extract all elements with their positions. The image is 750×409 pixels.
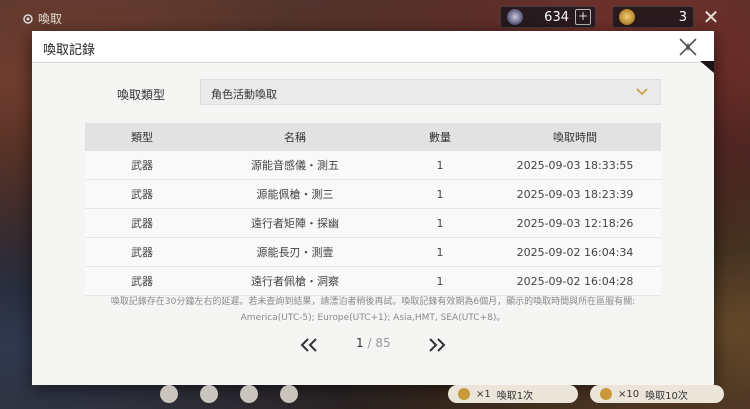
cell-type: 武器: [85, 179, 199, 209]
column-header-time: 喚取時間: [489, 123, 661, 151]
cell-type: 武器: [85, 266, 199, 296]
delay-notice: 喚取記錄存在30分鐘左右的延遲。若未查詢到結果，請漂泊者稍後再試。喚取記錄有效期…: [72, 294, 674, 326]
cell-qty: 1: [391, 237, 489, 267]
cell-name: 遠行者矩陣・探幽: [199, 208, 391, 238]
pull-ten-label: 喚取10次: [645, 390, 688, 402]
record-icon[interactable]: [200, 385, 218, 403]
dialog-title: 喚取記錄: [43, 43, 96, 58]
close-icon[interactable]: ✕: [700, 7, 722, 29]
currency-coin: 3: [612, 6, 694, 28]
cell-name: 源能長刃・測壹: [199, 237, 391, 267]
pull-history-dialog: 喚取記錄 喚取類型 角色活動喚取 類型 名稱 數量 喚取時間 武器 源能音感儀・…: [32, 31, 714, 385]
info-icon[interactable]: [240, 385, 258, 403]
screen-title: 喚取: [22, 10, 62, 27]
delay-notice-line2: America(UTC-5); Europe(UTC+1); Asia,HMT,…: [240, 313, 506, 323]
gear-icon: [23, 13, 33, 24]
star-shard-icon: [507, 9, 523, 25]
pull-once-button[interactable]: ×1 喚取1次: [448, 385, 578, 403]
page-total: / 85: [367, 336, 391, 350]
table-row: 武器 源能長刃・測壹 1 2025-09-02 16:04:34: [85, 237, 661, 267]
history-icon[interactable]: [280, 385, 298, 403]
delay-notice-line1: 喚取記錄存在30分鐘左右的延遲。若未查詢到結果，請漂泊者稍後再試。喚取記錄有效期…: [110, 297, 636, 307]
table-row: 武器 源能音感儀・測五 1 2025-09-03 18:33:55: [85, 151, 661, 180]
cell-name: 源能佩槍・測三: [199, 179, 391, 209]
column-header-type: 類型: [85, 123, 199, 151]
table-row: 武器 遠行者佩槍・洞察 1 2025-09-02 16:04:28: [85, 266, 661, 296]
column-header-qty: 數量: [391, 123, 489, 151]
cell-type: 武器: [85, 237, 199, 267]
pagination: 1 / 85: [32, 335, 714, 355]
pull-type-dropdown[interactable]: 角色活動喚取: [200, 79, 661, 105]
chevron-down-icon: [636, 88, 648, 96]
cell-time: 2025-09-03 18:23:39: [489, 179, 661, 209]
cell-time: 2025-09-03 18:33:55: [489, 151, 661, 180]
previous-page-icon[interactable]: [300, 337, 318, 353]
pull-once-cost: ×1: [476, 388, 491, 400]
pull-ten-cost: ×10: [618, 388, 640, 400]
filter-label: 喚取類型: [117, 88, 166, 102]
page-indicator: 1 / 85: [356, 336, 391, 350]
currency-star-shard: 634 +: [500, 6, 596, 28]
cell-qty: 1: [391, 151, 489, 180]
shop-icon[interactable]: [160, 385, 178, 403]
dialog-header: 喚取記錄: [32, 31, 714, 61]
cell-name: 遠行者佩槍・洞察: [199, 266, 391, 296]
cell-type: 武器: [85, 151, 199, 180]
cell-qty: 1: [391, 266, 489, 296]
cell-qty: 1: [391, 208, 489, 238]
table-row: 武器 源能佩槍・測三 1 2025-09-03 18:23:39: [85, 179, 661, 209]
coin-icon: [458, 388, 470, 400]
add-currency-button[interactable]: +: [575, 9, 591, 25]
top-bar: 喚取 634 + 3 ✕: [0, 0, 750, 32]
cell-type: 武器: [85, 208, 199, 238]
table-row: 武器 遠行者矩陣・探幽 1 2025-09-03 12:18:26: [85, 208, 661, 238]
table-header-row: 類型 名稱 數量 喚取時間: [85, 123, 661, 151]
pull-type-value: 角色活動喚取: [211, 88, 277, 101]
cell-qty: 1: [391, 179, 489, 209]
currency-coin-value: 3: [678, 9, 687, 25]
column-header-name: 名稱: [199, 123, 391, 151]
currency-star-shard-value: 634: [544, 9, 569, 25]
screen-title-text: 喚取: [38, 12, 63, 26]
close-icon[interactable]: [677, 36, 699, 58]
cell-time: 2025-09-02 16:04:34: [489, 237, 661, 267]
pull-once-label: 喚取1次: [496, 390, 534, 402]
cell-time: 2025-09-03 12:18:26: [489, 208, 661, 238]
cell-time: 2025-09-02 16:04:28: [489, 266, 661, 296]
next-page-icon[interactable]: [428, 337, 446, 353]
history-table: 類型 名稱 數量 喚取時間 武器 源能音感儀・測五 1 2025-09-03 1…: [85, 123, 661, 296]
pull-ten-button[interactable]: ×10 喚取10次: [590, 385, 724, 403]
cell-name: 源能音感儀・測五: [199, 151, 391, 180]
page-current: 1: [356, 336, 364, 350]
coin-icon: [619, 9, 635, 25]
bottom-bar: ×1 喚取1次 ×10 喚取10次: [0, 385, 750, 409]
coin-icon: [600, 388, 612, 400]
header-divider: [32, 62, 714, 63]
